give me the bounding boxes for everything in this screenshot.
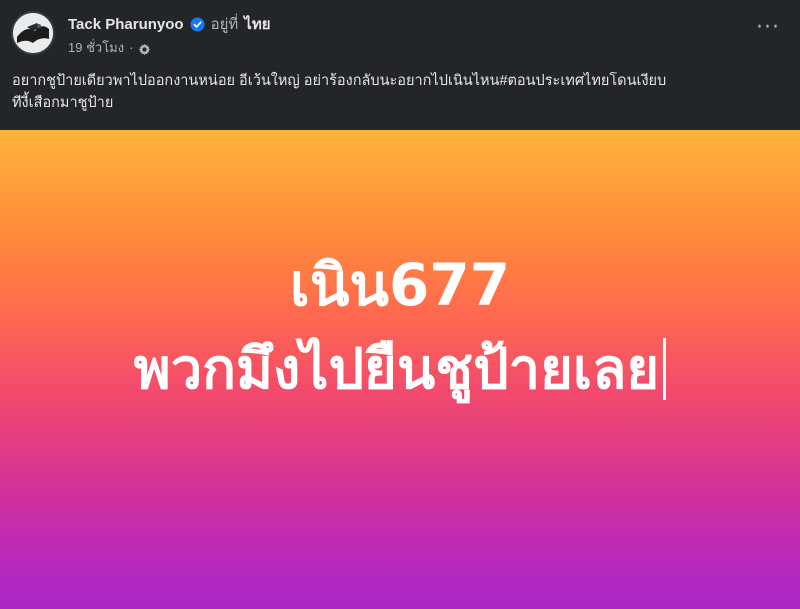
avatar-image	[13, 13, 53, 53]
card-text-line: พวกมึงไปยืนชูป้ายเลย	[0, 335, 800, 405]
caption-line: อยากชูป้ายเดียวพาไปออกงานหน่อย อีเว้นใหญ…	[12, 73, 667, 89]
gear-icon[interactable]	[138, 41, 151, 55]
post-timestamp[interactable]: 19 ชั่วโมง	[68, 37, 124, 58]
location-prefix: อยู่ที่	[210, 16, 239, 33]
post-header: Tack Pharunyoo อยู่ที่ ไทย 19 ชั่วโมง · …	[0, 0, 800, 62]
author-name[interactable]: Tack Pharunyoo	[68, 16, 184, 33]
meta-separator: ·	[129, 39, 134, 55]
location-link[interactable]: ไทย	[244, 12, 270, 36]
post-caption: อยากชูป้ายเดียวพาไปออกงานหน่อย อีเว้นใหญ…	[12, 70, 792, 114]
card-text-line-1: เนิน677	[289, 251, 511, 319]
post-meta: 19 ชั่วโมง ·	[68, 38, 151, 56]
colored-background-post[interactable]: เนิน677 พวกมึงไปยืนชูป้ายเลย	[0, 130, 800, 609]
text-cursor	[663, 338, 667, 400]
author-avatar[interactable]	[11, 11, 55, 55]
facebook-post: Tack Pharunyoo อยู่ที่ ไทย 19 ชั่วโมง · …	[0, 0, 800, 609]
more-options-button[interactable]: ···	[754, 17, 782, 44]
card-text-line-2: พวกมึงไปยืนชูป้ายเลย	[133, 337, 660, 402]
verified-badge-icon	[190, 16, 205, 32]
card-text-line: เนิน677	[0, 250, 800, 320]
caption-line: ทีงี้เสือกมาชูป้าย	[12, 95, 114, 111]
author-line: Tack Pharunyoo อยู่ที่ ไทย	[68, 13, 271, 35]
